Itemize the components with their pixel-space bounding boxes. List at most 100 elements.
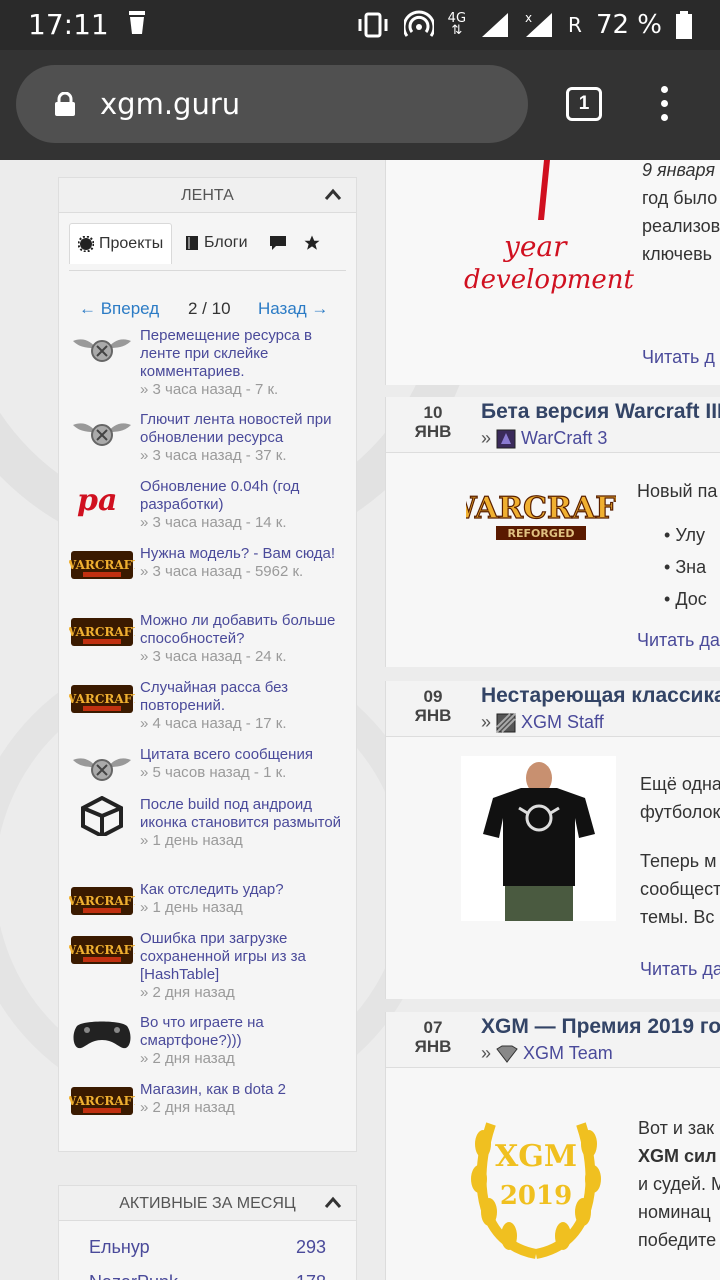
feed-item-title[interactable]: Можно ли добавить больше способностей?	[140, 612, 356, 648]
feed-item-title[interactable]: Магазин, как в dota 2	[140, 1081, 356, 1099]
post-text-line: Новый па	[637, 481, 718, 501]
post-date: 10 ЯНВ	[414, 403, 452, 441]
feed-item[interactable]: WARCRAFT Магазин, как в dota 2» 2 дня наз…	[62, 1081, 356, 1131]
post-date: 07 ЯНВ	[414, 1018, 452, 1056]
feed-item[interactable]: Во что играете на смартфоне?)))» 2 дня н…	[69, 1014, 356, 1081]
feed-item-title[interactable]: Во что играете на смартфоне?)))	[140, 1014, 356, 1050]
post-text-line: реализов	[642, 216, 720, 236]
web-page: ЛЕНТА Проекты Блоги ← Вперед 2 / 10 Наза…	[0, 160, 720, 1280]
battery-icon	[676, 11, 692, 39]
active-user-name[interactable]: NazarPunk	[89, 1272, 178, 1280]
feed-item[interactable]: После build под андроид иконка становитс…	[69, 795, 356, 881]
post-image	[461, 756, 616, 921]
status-bar: 17:11 4G ⇅ x R 72 %	[0, 0, 720, 50]
red-logo-thumbnail: pa	[69, 478, 135, 518]
feed-item-title[interactable]: Цитата всего сообщения	[140, 746, 356, 764]
active-users-panel: АКТИВНЫЕ ЗА МЕСЯЦ Ельнур 293 NazarPunk 1…	[58, 1185, 357, 1280]
feed-item-meta: » 3 часа назад - 7 к.	[140, 381, 279, 398]
post-text-line: темы. Вс	[640, 907, 715, 927]
post-image: XGM 2019	[471, 1122, 601, 1259]
feed-item[interactable]: Перемещение ресурса в ленте при склейке …	[69, 327, 356, 411]
feed-item-title[interactable]: Как отследить удар?	[140, 881, 356, 899]
chat-icon	[270, 236, 286, 250]
gamepad-thumbnail	[69, 1014, 135, 1054]
post-text-line: XGM сил	[638, 1146, 717, 1166]
post-bullet: • Улу	[664, 525, 706, 545]
post-image: year development	[464, 160, 635, 295]
post-text-line: футболок	[640, 802, 720, 822]
feed-item[interactable]: WARCRAFT Можно ли добавить больше способн…	[62, 612, 356, 679]
signal-icon	[482, 13, 509, 37]
signal-roaming-icon: x	[525, 11, 553, 37]
feed-item-title[interactable]: Глючит лента новостей при обновлении рес…	[140, 411, 356, 447]
pager-position: 2 / 10	[188, 299, 231, 318]
feed-item-meta: » 3 часа назад - 37 к.	[140, 447, 287, 464]
feed-item-title[interactable]: Перемещение ресурса в ленте при склейке …	[140, 327, 356, 381]
feed-item[interactable]: Глючит лента новостей при обновлении рес…	[69, 411, 356, 478]
pager-next-link[interactable]: Назад →	[258, 299, 328, 319]
feed-item[interactable]: Цитата всего сообщения» 5 часов назад - …	[69, 746, 356, 796]
feed-item-meta: » 3 часа назад - 5962 к.	[140, 563, 304, 580]
svg-text:XGM: XGM	[495, 1139, 577, 1174]
feed-item-title[interactable]: Нужна модель? - Вам сюда!	[140, 545, 356, 563]
post-category[interactable]: » XGM Team	[481, 1043, 613, 1064]
feed-item[interactable]: WARCRAFT Случайная расса без повторений.»…	[62, 679, 356, 746]
read-more-link[interactable]: Читать да	[637, 630, 720, 651]
roaming-indicator: R	[568, 13, 582, 37]
active-user-row[interactable]: Ельнур 293	[59, 1229, 356, 1264]
tab-switcher-button[interactable]: 1	[566, 87, 602, 121]
url-text: xgm.guru	[100, 87, 241, 121]
tab-projects[interactable]: Проекты	[69, 223, 173, 264]
post-text-line: Теперь м	[640, 851, 717, 871]
active-user-row[interactable]: NazarPunk 178	[59, 1264, 356, 1280]
svg-text:WARCRAFT: WARCRAFT	[69, 1094, 135, 1108]
collapse-chevron-icon[interactable]	[324, 187, 342, 201]
post-category[interactable]: » XGM Staff	[481, 712, 604, 733]
feed-item-title[interactable]: Ошибка при загрузке сохраненной игры из …	[140, 930, 356, 984]
post-text-line: сообщест	[640, 879, 720, 899]
sidebar: ЛЕНТА Проекты Блоги ← Вперед 2 / 10 Наза…	[58, 177, 357, 1280]
post-bullet: • Зна	[664, 557, 707, 577]
warcraft-logo-thumbnail: WARCRAFT	[62, 1081, 141, 1121]
feed-item-meta: » 3 часа назад - 24 к.	[140, 648, 287, 665]
feed-list: Перемещение ресурса в ленте при склейке …	[59, 327, 356, 1131]
address-bar[interactable]: xgm.guru	[16, 65, 528, 143]
news-card-header: 09 ЯНВ Нестареющая классика » XGM Staff	[386, 681, 720, 737]
feed-item[interactable]: WARCRAFT Ошибка при загрузке сохраненной …	[62, 930, 356, 1014]
feed-item[interactable]: WARCRAFT Нужна модель? - Вам сюда!» 3 час…	[62, 545, 356, 612]
post-text-line: и судей. М	[638, 1174, 720, 1194]
post-image-text-2: development	[464, 265, 635, 295]
active-users-header[interactable]: АКТИВНЫЕ ЗА МЕСЯЦ	[59, 1186, 356, 1221]
feed-item-meta: » 2 дня назад	[140, 1050, 235, 1067]
active-user-count: 293	[295, 1237, 326, 1257]
feed-item-title[interactable]: Случайная расса без повторений.	[140, 679, 356, 715]
collapse-chevron-icon[interactable]	[324, 1195, 342, 1209]
post-title[interactable]: Нестареющая классика	[481, 684, 720, 708]
feed-item-title[interactable]: После build под андроид иконка становитс…	[140, 796, 356, 832]
feed-item[interactable]: pa Обновление 0.04h (год разработки)» 3 ч…	[69, 478, 356, 545]
feed-item[interactable]: WARCRAFT Как отследить удар?» 1 день наза…	[62, 881, 356, 930]
book-icon	[186, 236, 198, 250]
post-title[interactable]: Бета версия Warcraft III	[481, 400, 720, 424]
xgm-logo-thumbnail	[69, 746, 135, 786]
tab-comments[interactable]	[261, 223, 295, 263]
tab-blogs[interactable]: Блоги	[177, 223, 256, 263]
feed-panel-header[interactable]: ЛЕНТА	[59, 178, 356, 213]
post-category[interactable]: » WarCraft 3	[481, 428, 607, 449]
active-user-count: 178	[296, 1272, 326, 1280]
news-column: year development 9 января год было реали…	[385, 160, 720, 1280]
svg-text:WARCRAFT: WARCRAFT	[69, 943, 135, 957]
pager-prev-link[interactable]: ← Вперед	[79, 299, 159, 319]
post-title[interactable]: XGM — Премия 2019 год	[481, 1015, 720, 1039]
feed-item-title[interactable]: Обновление 0.04h (год разработки)	[140, 478, 356, 514]
read-more-link[interactable]: Читать да	[640, 959, 720, 980]
svg-text:WARCRAFT: WARCRAFT	[69, 625, 135, 639]
svg-text:REFORGED: REFORGED	[508, 527, 575, 540]
feed-item-meta: » 1 день назад	[140, 832, 243, 849]
active-user-name[interactable]: Ельнур	[89, 1237, 150, 1258]
warcraft-logo-thumbnail: WARCRAFT	[62, 930, 141, 970]
read-more-link[interactable]: Читать д	[642, 347, 715, 368]
tab-favorites[interactable]	[295, 223, 329, 263]
browser-menu-button[interactable]	[656, 86, 672, 126]
xgm-team-category-icon	[496, 1045, 518, 1063]
